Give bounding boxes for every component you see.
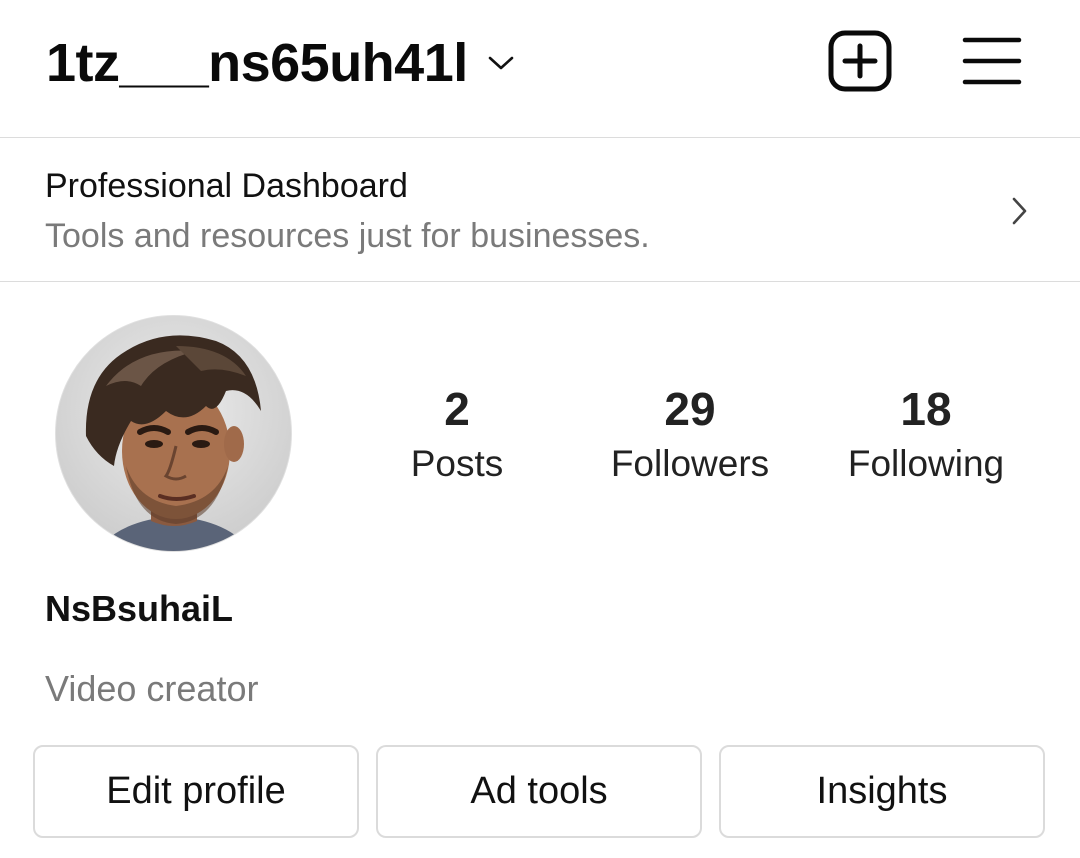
hamburger-menu-icon[interactable] (960, 30, 1024, 92)
chevron-right-icon (1006, 195, 1032, 227)
following-count: 18 (900, 383, 952, 435)
add-square-icon[interactable] (826, 28, 894, 94)
profile-screen: 1tz___ns65uh41l Professional Dashboard T… (0, 0, 1080, 858)
display-name: NsBsuhaiL (45, 588, 234, 629)
posts-label: Posts (410, 443, 504, 484)
insights-button[interactable]: Insights (719, 745, 1045, 838)
dashboard-title: Professional Dashboard (45, 167, 408, 205)
chevron-down-icon[interactable] (486, 48, 516, 78)
top-bar: 1tz___ns65uh41l (0, 0, 1080, 138)
professional-dashboard-row[interactable]: Professional Dashboard Tools and resourc… (0, 139, 1080, 282)
followers-stat[interactable]: 29 Followers (590, 380, 790, 486)
username: 1tz___ns65uh41l (46, 33, 468, 93)
bio-text: Video creator (45, 668, 259, 709)
following-stat[interactable]: 18 Following (826, 380, 1026, 486)
ad-tools-button[interactable]: Ad tools (376, 745, 702, 838)
posts-stat[interactable]: 2 Posts (377, 380, 537, 486)
edit-profile-button[interactable]: Edit profile (33, 745, 359, 838)
avatar[interactable] (55, 315, 292, 552)
account-switcher[interactable]: 1tz___ns65uh41l (46, 28, 516, 98)
followers-count: 29 (664, 383, 716, 435)
dashboard-subtitle: Tools and resources just for businesses. (45, 217, 650, 255)
following-label: Following (847, 443, 1005, 484)
followers-label: Followers (610, 443, 770, 484)
posts-count: 2 (444, 383, 470, 435)
